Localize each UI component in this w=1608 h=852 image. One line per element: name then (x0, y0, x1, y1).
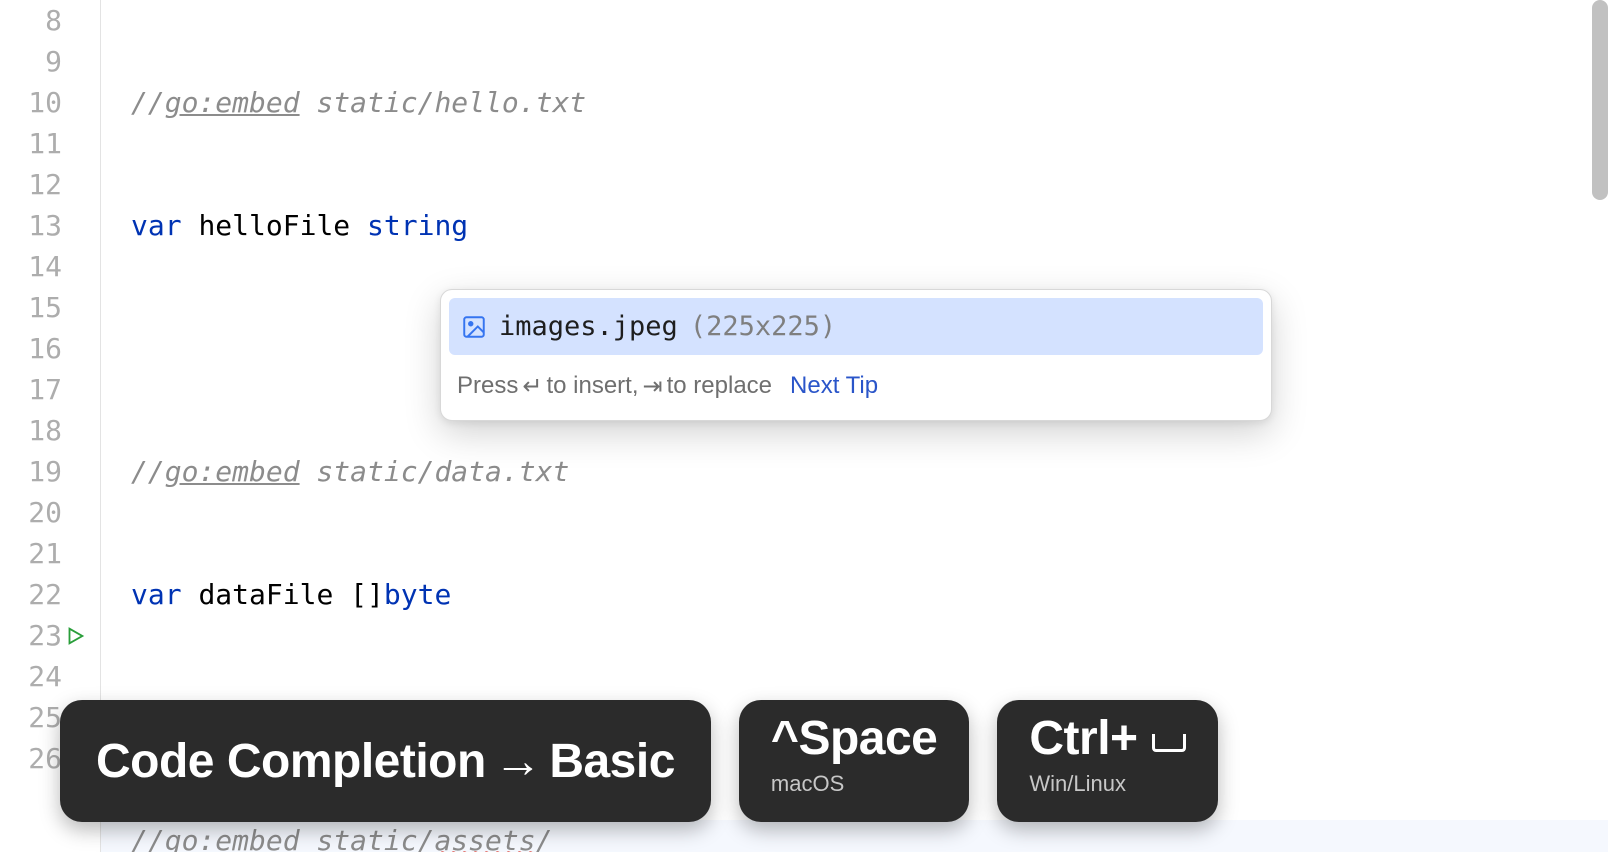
line-number: 21 (0, 533, 90, 574)
mac-os-label: macOS (771, 763, 937, 804)
run-gutter-icon[interactable] (64, 625, 86, 647)
line-number: 16 (0, 328, 90, 369)
completion-item-name: images.jpeg (499, 306, 678, 347)
line-number: 23 (0, 615, 90, 656)
code-line[interactable]: //go:embed static/data.txt (101, 451, 1608, 492)
code-line-current[interactable]: //go:embed static/assets/ (101, 820, 1608, 852)
line-number: 18 (0, 410, 90, 451)
tab-key-icon: ⇥ (643, 366, 663, 407)
action-name-part1: Code Completion (96, 741, 486, 782)
line-number: 19 (0, 451, 90, 492)
shortcut-overlay: Code Completion → Basic ^Space macOS Ctr… (60, 700, 1218, 822)
next-tip-link[interactable]: Next Tip (790, 365, 878, 406)
code-line[interactable]: var dataFile []byte (101, 574, 1608, 615)
line-number: 9 (0, 41, 90, 82)
line-number: 11 (0, 123, 90, 164)
line-number: 10 (0, 82, 90, 123)
code-completion-popup[interactable]: images.jpeg (225x225) Press ↵ to insert,… (440, 289, 1272, 421)
completion-item-meta: (225x225) (690, 306, 836, 347)
vertical-scrollbar[interactable] (1592, 0, 1608, 200)
completion-hint: Press ↵ to insert, ⇥ to replace Next Tip (441, 355, 1271, 420)
completion-item[interactable]: images.jpeg (225x225) (449, 298, 1263, 355)
mac-shortcut-pill: ^Space macOS (739, 700, 969, 822)
line-number: 13 (0, 205, 90, 246)
code-line[interactable]: //go:embed static/hello.txt (101, 82, 1608, 123)
line-number: 20 (0, 492, 90, 533)
line-number: 8 (0, 0, 90, 41)
line-number: 12 (0, 164, 90, 205)
win-shortcut-pill: Ctrl+ Win/Linux (997, 700, 1217, 822)
line-number: 22 (0, 574, 90, 615)
line-number: 24 (0, 656, 90, 697)
line-number: 15 (0, 287, 90, 328)
mac-shortcut-key: ^Space (771, 718, 937, 759)
space-key-icon (1152, 734, 1186, 752)
arrow-right-icon: → (494, 741, 542, 782)
image-file-icon (461, 314, 487, 340)
error-squiggle: assets (434, 820, 535, 852)
win-shortcut-key: Ctrl+ (1029, 718, 1137, 759)
code-editor[interactable]: 8 9 10 11 12 13 14 15 16 17 18 19 20 21 … (0, 0, 1608, 852)
enter-key-icon: ↵ (522, 366, 542, 407)
line-number: 14 (0, 246, 90, 287)
win-os-label: Win/Linux (1029, 763, 1185, 804)
action-name-part2: Basic (549, 741, 675, 782)
code-line[interactable]: var helloFile string (101, 205, 1608, 246)
action-name-pill: Code Completion → Basic (60, 700, 711, 822)
line-number: 17 (0, 369, 90, 410)
